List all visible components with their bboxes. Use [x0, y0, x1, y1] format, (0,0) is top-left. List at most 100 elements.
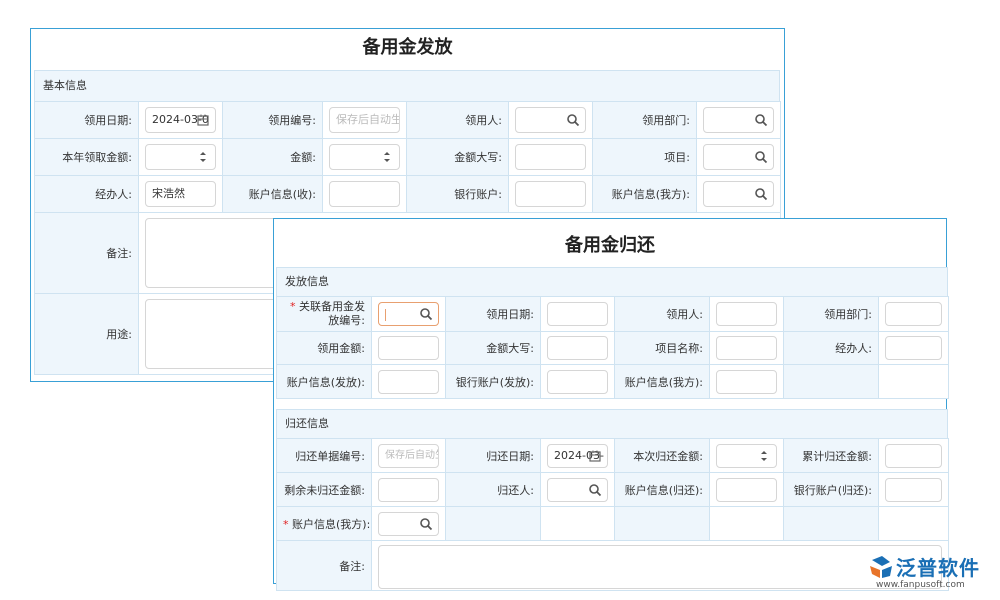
remaining-input[interactable] [378, 477, 439, 502]
remark-textarea[interactable] [378, 545, 942, 589]
account-recv-input[interactable] [329, 181, 400, 207]
calendar-icon[interactable] [588, 449, 602, 463]
search-icon[interactable] [754, 187, 768, 201]
bank-return-input[interactable] [885, 477, 942, 502]
return-info-form: 归还单据编号: 保存后自动生 归还日期: 2024-03- 本次归还金额: 累计… [276, 438, 949, 591]
label-amount-upper: 金额大写: [445, 331, 541, 365]
label-handler: 经办人: [783, 331, 879, 365]
label-amount-upper: 金额大写: [406, 138, 509, 176]
label-returner: 归还人: [445, 472, 541, 507]
amount-upper-input[interactable] [547, 336, 608, 360]
amount-upper-input[interactable] [515, 144, 586, 170]
label-remark: 备注: [34, 212, 139, 294]
label-project: 项目: [592, 138, 697, 176]
logo-url: www.fanpusoft.com [876, 580, 965, 590]
amount-input[interactable] [329, 144, 400, 170]
label-dept: 领用部门: [783, 296, 879, 332]
year-amount-input[interactable] [145, 144, 216, 170]
search-icon[interactable] [419, 307, 433, 321]
brand-logo: 泛普软件 www.fanpusoft.com [868, 552, 993, 592]
date-input[interactable] [547, 302, 608, 326]
page-title: 备用金归还 [565, 235, 655, 256]
account-ours-input[interactable] [703, 181, 774, 207]
label-code: 领用编号: [222, 101, 323, 139]
project-name-input[interactable] [716, 336, 777, 360]
page-title: 备用金发放 [362, 37, 453, 58]
label-total-return: 累计归还金额: [783, 438, 879, 473]
label-purpose: 用途: [34, 293, 139, 375]
label-dept: 领用部门: [592, 101, 697, 139]
label-account-ours: 账户信息(我方): [614, 364, 710, 399]
label-year-amount: 本年领取金额: [34, 138, 139, 176]
dept-input[interactable] [885, 302, 942, 326]
label-remark: 备注: [276, 540, 372, 591]
search-icon[interactable] [754, 113, 768, 127]
spinner-icon[interactable] [199, 150, 207, 164]
section-return-info: 归还信息 [276, 409, 948, 439]
search-icon[interactable] [419, 517, 433, 531]
label-project-name: 项目名称: [614, 331, 710, 365]
account-ours-input[interactable] [716, 369, 777, 394]
dept-input[interactable] [703, 107, 774, 133]
text-caret [385, 309, 386, 321]
spinner-icon[interactable] [760, 449, 768, 463]
account-issue-input[interactable] [378, 369, 439, 394]
person-input[interactable] [716, 302, 777, 326]
label-bank-account: 银行账户: [406, 175, 509, 213]
empty-cell [878, 364, 949, 399]
empty-cell [783, 364, 879, 399]
return-panel: 备用金归还 发放信息 * 关联备用金发放编号: 领用日期: 领用人: 领用部门:… [273, 218, 949, 591]
label-account-ours2: * 账户信息(我方): [276, 506, 372, 541]
empty-cell [614, 506, 710, 541]
handler-input[interactable] [885, 336, 942, 360]
date-input[interactable]: 2024-03-0 [145, 107, 216, 133]
section-issue-info: 发放信息 [276, 267, 948, 297]
label-date: 领用日期: [34, 101, 139, 139]
required-mark: * [290, 300, 296, 313]
return-no-input[interactable]: 保存后自动生 [378, 443, 439, 468]
label-this-return: 本次归还金额: [614, 438, 710, 473]
label-person: 领用人: [406, 101, 509, 139]
label-remaining: 剩余未归还金额: [276, 472, 372, 507]
total-return-input[interactable] [885, 443, 942, 468]
empty-cell [783, 506, 879, 541]
handler-input[interactable]: 宋浩然 [145, 181, 216, 207]
empty-cell [540, 506, 615, 541]
empty-cell [709, 506, 784, 541]
code-input[interactable]: 保存后自动生 [329, 107, 400, 133]
label-account-return: 账户信息(归还): [614, 472, 710, 507]
search-icon[interactable] [754, 150, 768, 164]
bank-account-input[interactable] [515, 181, 586, 207]
bank-issue-input[interactable] [547, 369, 608, 394]
section-basic-info: 基本信息 [34, 70, 780, 102]
search-icon[interactable] [566, 113, 580, 127]
this-return-input[interactable] [716, 443, 777, 468]
label-account-ours: 账户信息(我方): [592, 175, 697, 213]
label-person: 领用人: [614, 296, 710, 332]
returner-input[interactable] [547, 477, 608, 502]
search-icon[interactable] [588, 483, 602, 497]
label-account-recv: 账户信息(收): [222, 175, 323, 213]
required-mark: * [283, 517, 289, 531]
person-input[interactable] [515, 107, 586, 133]
project-input[interactable] [703, 144, 774, 170]
label-bank-return: 银行账户(归还): [783, 472, 879, 507]
empty-cell [878, 506, 949, 541]
label-handler: 经办人: [34, 175, 139, 213]
spinner-icon[interactable] [383, 150, 391, 164]
label-amount: 领用金额: [276, 331, 372, 365]
logo-name: 泛普软件 [896, 556, 980, 580]
empty-cell [445, 506, 541, 541]
related-no-input[interactable] [378, 302, 439, 326]
amount-input[interactable] [378, 336, 439, 360]
label-amount: 金额: [222, 138, 323, 176]
label-related-no: * 关联备用金发放编号: [276, 296, 372, 332]
label-return-no: 归还单据编号: [276, 438, 372, 473]
account-ours2-input[interactable] [378, 511, 439, 536]
account-return-input[interactable] [716, 477, 777, 502]
issue-info-form: * 关联备用金发放编号: 领用日期: 领用人: 领用部门: 领用金额: 金额大写… [276, 296, 949, 399]
return-date-input[interactable]: 2024-03- [547, 443, 608, 468]
logo-icon [870, 556, 892, 578]
label-bank-issue: 银行账户(发放): [445, 364, 541, 399]
calendar-icon[interactable] [196, 113, 210, 127]
